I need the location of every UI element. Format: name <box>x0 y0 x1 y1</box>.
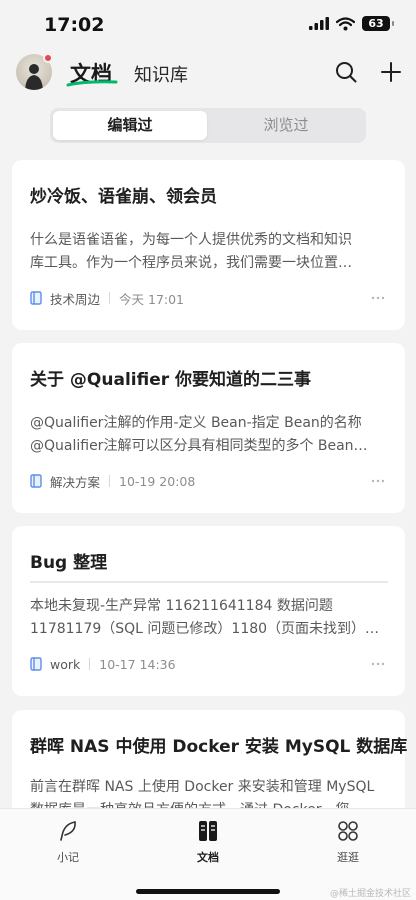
doc-title: 炒冷饭、语雀崩、领会员 <box>30 187 217 207</box>
header: 文档 知识库 <box>0 48 416 98</box>
watermark: @稀土掘金技术社区 <box>330 889 412 899</box>
book-icon <box>30 474 42 488</box>
doc-time: 10-17 14:36 <box>99 656 176 672</box>
doc-card[interactable]: 关于 @Qualifier 你要知道的二三事 @Qualifier注解的作用-定… <box>12 343 405 513</box>
segmented-control: 编辑过 浏览过 <box>50 108 366 143</box>
doc-summary-line: @Qualifier注解可以区分具有相同类型的多个 Bean… <box>30 438 368 454</box>
segment-browsed[interactable]: 浏览过 <box>209 111 363 140</box>
status-icons: 63 <box>309 16 394 31</box>
title-divider <box>30 581 388 583</box>
doc-summary-line: 11781179（SQL 问题已修改）1180（页面未找到）… <box>30 621 380 637</box>
feather-icon <box>60 821 76 841</box>
meta-divider <box>109 475 111 487</box>
nav-item-explore[interactable]: 逛逛 <box>308 819 388 865</box>
meta-divider <box>109 292 111 304</box>
nav-item-notes[interactable]: 小记 <box>28 819 108 865</box>
book-icon <box>30 291 42 305</box>
add-icon[interactable] <box>379 60 403 84</box>
nav-label-docs: 文档 <box>197 851 219 864</box>
status-bar: 17:02 63 <box>0 0 416 48</box>
doc-summary-line: 前言在群晖 NAS 上使用 Docker 来安装和管理 MySQL <box>30 779 375 795</box>
doc-book-name[interactable]: work <box>50 657 80 672</box>
meta-divider <box>89 658 91 670</box>
doc-title: 群晖 NAS 中使用 Docker 安装 MySQL 数据库 <box>30 737 408 757</box>
nav-label-notes: 小记 <box>57 851 79 864</box>
segment-edited[interactable]: 编辑过 <box>53 111 207 140</box>
tab-active-underline <box>66 80 118 87</box>
battery-indicator: 63 <box>362 16 394 31</box>
doc-book-name[interactable]: 技术周边 <box>50 289 100 308</box>
status-time: 17:02 <box>44 14 105 36</box>
notification-badge <box>43 53 53 63</box>
doc-summary-line: 本地未复现-生产异常 116211641184 数据问题 <box>30 598 333 614</box>
book-icon <box>30 657 42 671</box>
doc-meta: 解决方案 10-19 20:08 <box>30 472 196 491</box>
tab-knowledge-base[interactable]: 知识库 <box>134 61 188 87</box>
doc-time: 今天 17:01 <box>119 291 185 307</box>
doc-card[interactable]: Bug 整理 本地未复现-生产异常 116211641184 数据问题 1178… <box>12 526 405 696</box>
doc-card[interactable]: 炒冷饭、语雀崩、领会员 什么是语雀语雀，为每一个人提供优秀的文档和知识 库工具。… <box>12 160 405 330</box>
nav-item-docs[interactable]: 文档 <box>168 819 248 865</box>
doc-title: Bug 整理 <box>30 553 108 573</box>
cellular-signal-icon <box>309 17 329 30</box>
doc-summary-line: @Qualifier注解的作用-定义 Bean-指定 Bean的名称 <box>30 415 362 431</box>
doc-title: 关于 @Qualifier 你要知道的二三事 <box>30 370 312 390</box>
doc-meta: work 10-17 14:36 <box>30 656 176 672</box>
doc-summary: 什么是语雀语雀，为每一个人提供优秀的文档和知识 库工具。作为一个程序员来说，我们… <box>30 229 390 275</box>
doc-summary: 本地未复现-生产异常 116211641184 数据问题 11781179（SQ… <box>30 595 390 641</box>
wifi-icon <box>336 16 355 30</box>
doc-summary-line: 库工具。作为一个程序员来说，我们需要一块位置… <box>30 255 352 271</box>
doc-book-name[interactable]: 解决方案 <box>50 472 100 491</box>
search-icon[interactable] <box>334 60 358 84</box>
nav-label-explore: 逛逛 <box>337 851 359 864</box>
doc-time: 10-19 20:08 <box>119 473 196 489</box>
documents-icon <box>199 821 217 841</box>
explore-grid-icon <box>338 821 358 841</box>
more-icon[interactable] <box>371 479 385 483</box>
more-icon[interactable] <box>371 662 385 666</box>
doc-summary: @Qualifier注解的作用-定义 Bean-指定 Bean的名称 @Qual… <box>30 412 390 458</box>
doc-meta: 技术周边 今天 17:01 <box>30 289 185 308</box>
more-icon[interactable] <box>371 296 385 300</box>
doc-summary-line: 什么是语雀语雀，为每一个人提供优秀的文档和知识 <box>30 232 352 248</box>
home-indicator[interactable] <box>136 889 280 894</box>
